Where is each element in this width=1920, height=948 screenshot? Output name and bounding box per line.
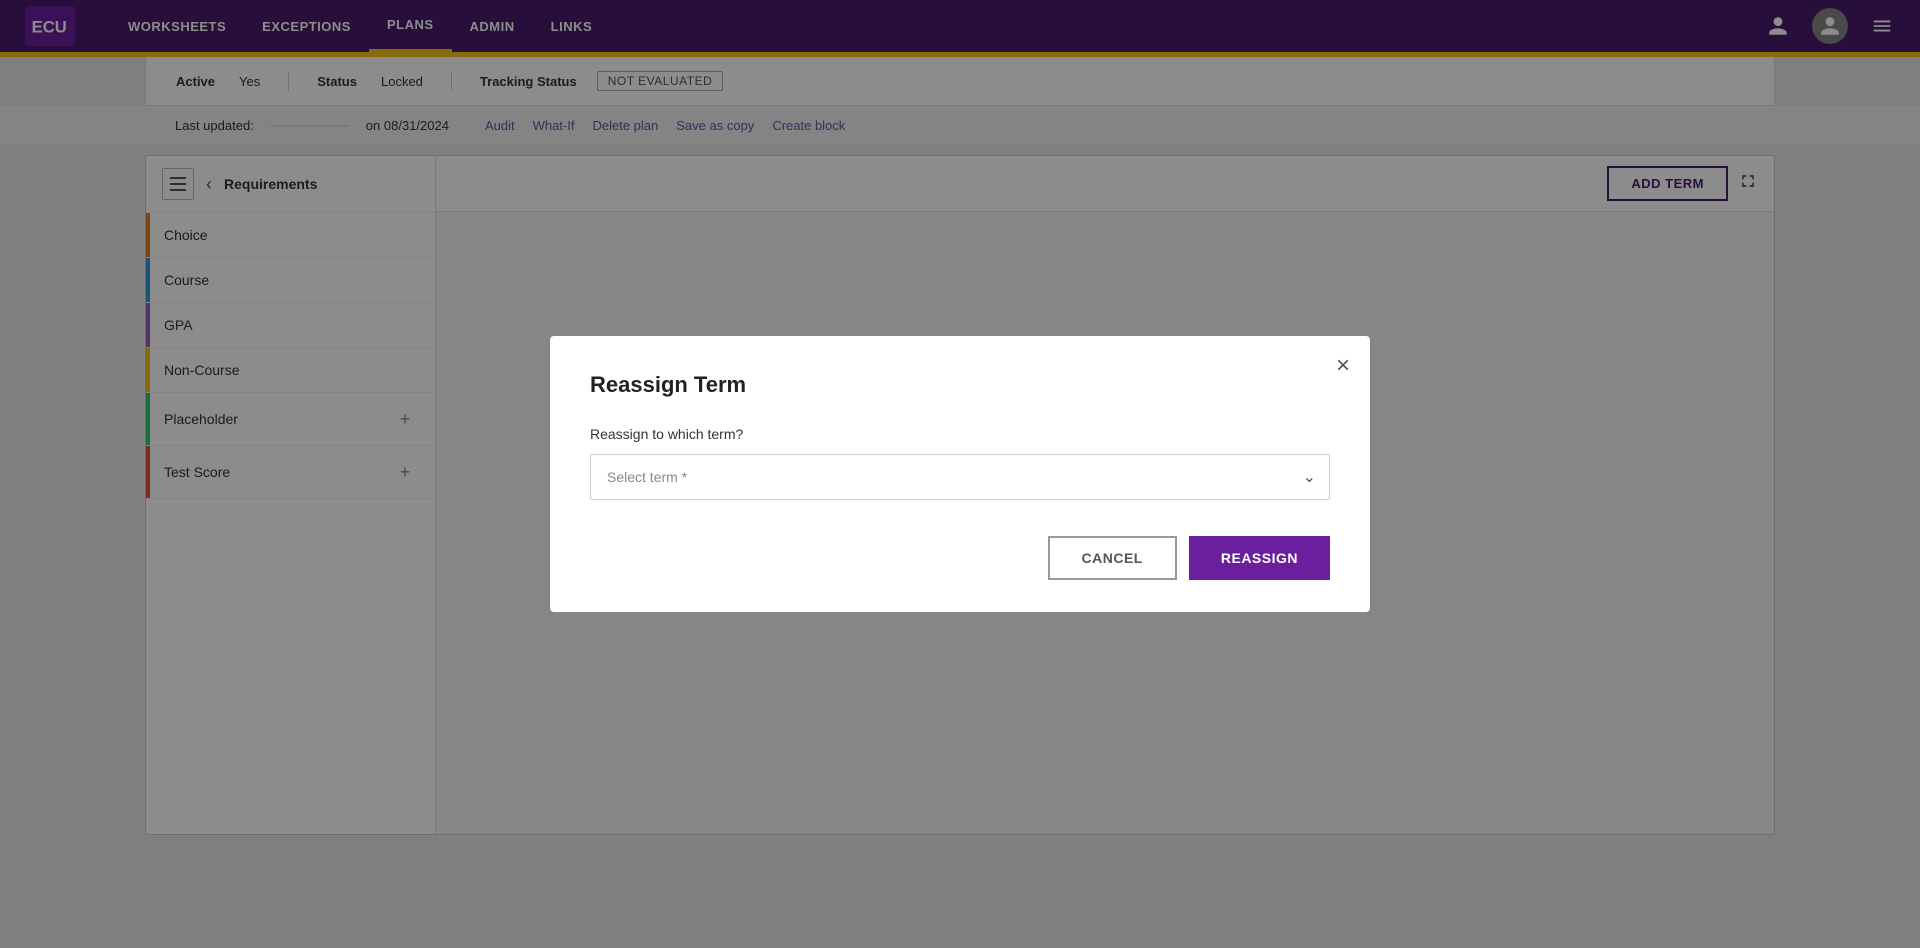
cancel-button[interactable]: CANCEL: [1048, 536, 1177, 580]
term-select[interactable]: Select term *: [590, 454, 1330, 500]
modal-close-btn[interactable]: ×: [1336, 352, 1350, 380]
reassign-button[interactable]: REASSIGN: [1189, 536, 1330, 580]
reassign-term-modal: × Reassign Term Reassign to which term? …: [550, 336, 1370, 612]
modal-title: Reassign Term: [590, 372, 1330, 398]
term-select-wrapper: Select term * ⌄: [590, 454, 1330, 500]
modal-question: Reassign to which term?: [590, 426, 1330, 442]
modal-actions: CANCEL REASSIGN: [590, 536, 1330, 580]
modal-overlay: × Reassign Term Reassign to which term? …: [0, 0, 1920, 948]
